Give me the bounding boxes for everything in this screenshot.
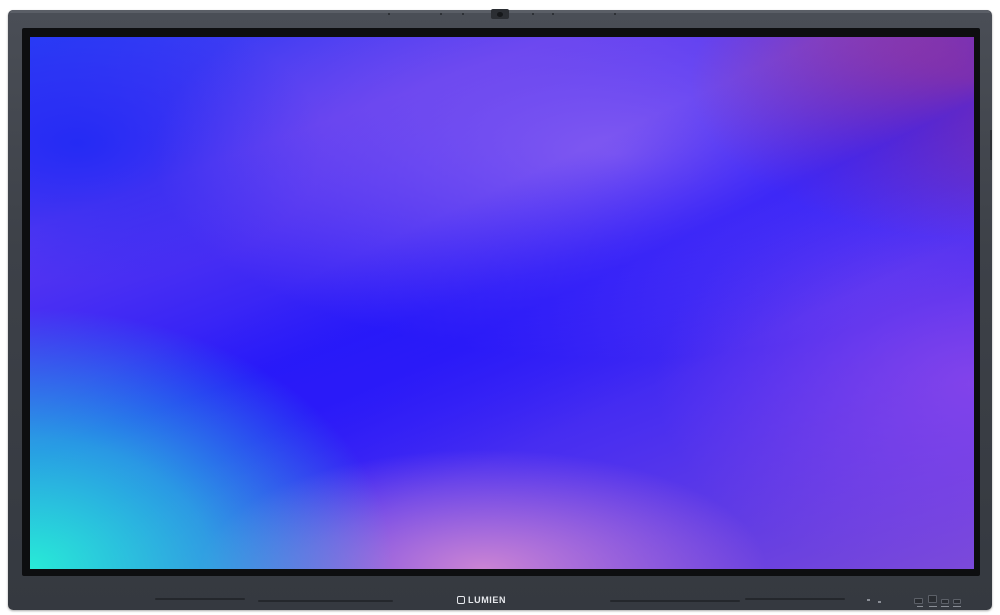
usb-port	[914, 598, 923, 604]
port-label	[929, 606, 937, 607]
speaker-grille	[610, 600, 740, 602]
microphone-hole	[614, 13, 616, 15]
hdmi-port	[928, 595, 937, 603]
brand-logo: LUMIEN	[457, 594, 543, 606]
speaker-grille	[155, 598, 245, 600]
port-label	[941, 606, 949, 607]
speaker-grille	[258, 600, 393, 602]
brand-label: LUMIEN	[468, 595, 507, 605]
usb-port	[941, 599, 949, 604]
usb-port	[953, 599, 961, 604]
microphone-hole	[552, 13, 554, 15]
display-screen	[30, 37, 974, 569]
speaker-grille	[745, 598, 845, 600]
microphone-hole	[388, 13, 390, 15]
lumien-logo-mark	[457, 596, 465, 604]
microphone-hole	[532, 13, 534, 15]
microphone-hole	[462, 13, 464, 15]
status-indicator	[867, 599, 870, 601]
microphone-hole	[440, 13, 442, 15]
wallpaper-cyan-glow	[30, 37, 974, 569]
port-label	[917, 606, 923, 607]
camera-icon	[497, 12, 503, 17]
ir-sensor	[878, 601, 881, 603]
port-label	[953, 606, 961, 607]
product-photo: LUMIEN	[0, 0, 1000, 615]
side-button	[990, 130, 992, 160]
